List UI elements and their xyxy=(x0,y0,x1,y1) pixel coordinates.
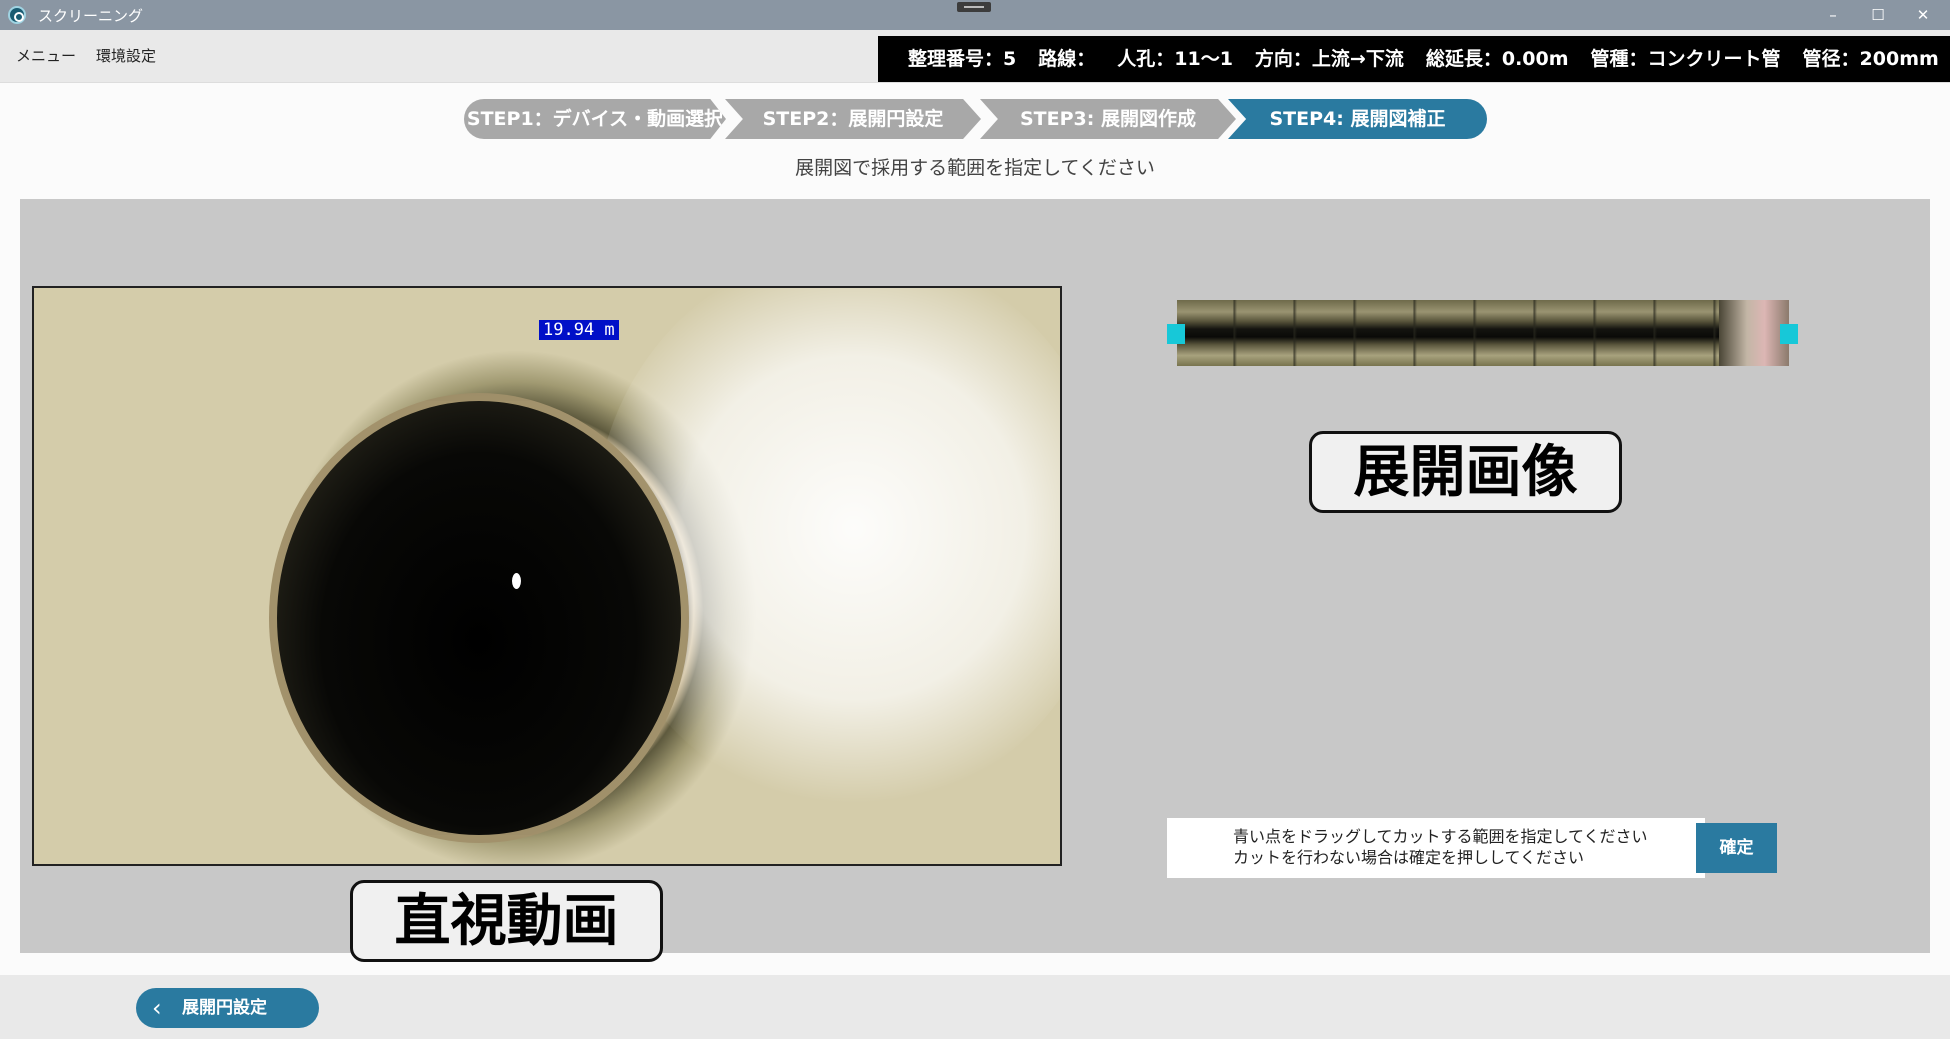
step-1-tab[interactable]: STEP1：デバイス・動画選択 xyxy=(464,99,726,139)
close-button[interactable]: ✕ xyxy=(1903,3,1943,27)
footer-bar: ‹ 展開円設定 xyxy=(0,975,1950,1039)
chevron-left-icon: ‹ xyxy=(152,994,162,1022)
main-content: STEP1：デバイス・動画選択 STEP2：展開円設定 STEP3: 展開図作成… xyxy=(0,82,1950,975)
hint-line-1: 青い点をドラッグしてカットする範囲を指定してください xyxy=(1233,827,1648,846)
menu-item-settings[interactable]: 環境設定 xyxy=(96,45,156,66)
distance-overlay: 19.94 m xyxy=(539,320,619,340)
back-button[interactable]: ‹ 展開円設定 xyxy=(136,988,319,1028)
panorama-image xyxy=(1177,300,1789,366)
panorama-end-segment xyxy=(1719,300,1789,366)
pipe-diameter: 管径：200mm xyxy=(1802,48,1939,70)
direct-view-video: 19.94 m xyxy=(32,286,1062,866)
panorama-caption: 展開画像 xyxy=(1309,431,1622,513)
window-title: スクリーニング xyxy=(38,7,144,25)
confirm-button[interactable]: 確定 xyxy=(1696,823,1777,873)
menu-item-menu[interactable]: メニュー xyxy=(16,45,76,66)
pipe-light xyxy=(512,573,521,589)
crop-handle-right[interactable] xyxy=(1780,324,1798,344)
survey-info-banner: 整理番号：5 路線： 人孔：11〜1 方向：上流→下流 総延長：0.00m 管種：コンクリ… xyxy=(878,36,1950,82)
hint-line-2: カットを行わない場合は確定を押ししてください xyxy=(1233,848,1585,867)
step-4-tab[interactable]: STEP4: 展開図補正 xyxy=(1228,99,1487,139)
manhole: 人孔：11〜1 xyxy=(1117,48,1233,70)
drag-grip-icon[interactable] xyxy=(957,2,991,12)
total-length: 総延長：0.00m xyxy=(1425,48,1569,70)
workspace-panel: 19.94 m 直視動画 展開画像 青い点をドラッグしてカットする範囲を指定して… xyxy=(20,199,1930,962)
maximize-button[interactable]: ☐ xyxy=(1858,3,1898,27)
direction: 方向：上流→下流 xyxy=(1254,48,1404,70)
instruction-text: 展開図で採用する範囲を指定してください xyxy=(795,157,1155,179)
pipe-interior xyxy=(269,393,689,843)
video-caption: 直視動画 xyxy=(350,880,663,962)
hint-box: 青い点をドラッグしてカットする範囲を指定してください カットを行わない場合は確定… xyxy=(1167,818,1705,878)
route: 路線： xyxy=(1038,48,1096,70)
management-number: 整理番号：5 xyxy=(908,48,1017,70)
crop-handle-left[interactable] xyxy=(1167,324,1185,344)
app-logo-icon xyxy=(8,6,26,24)
step-3-tab[interactable]: STEP3: 展開図作成 xyxy=(980,99,1236,139)
title-bar: スクリーニング – ☐ ✕ xyxy=(0,0,1950,30)
back-button-label: 展開円設定 xyxy=(182,998,267,1018)
pipe-type: 管種：コンクリート管 xyxy=(1590,48,1781,70)
minimize-button[interactable]: – xyxy=(1813,3,1853,27)
step-2-tab[interactable]: STEP2：展開円設定 xyxy=(725,99,981,139)
